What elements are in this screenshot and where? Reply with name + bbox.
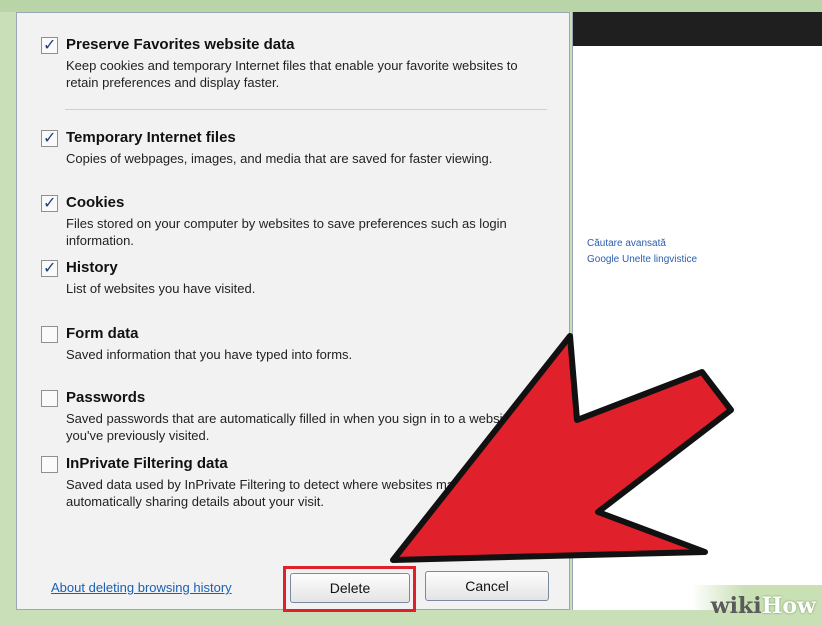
watermark-background: wikiHow — [692, 585, 822, 625]
red-arrow-annotation — [390, 333, 734, 563]
wikihow-watermark: wikiHow — [711, 593, 816, 619]
watermark-wiki: wiki — [710, 593, 762, 619]
red-arrow-icon — [390, 333, 734, 563]
watermark-how: How — [761, 593, 816, 619]
